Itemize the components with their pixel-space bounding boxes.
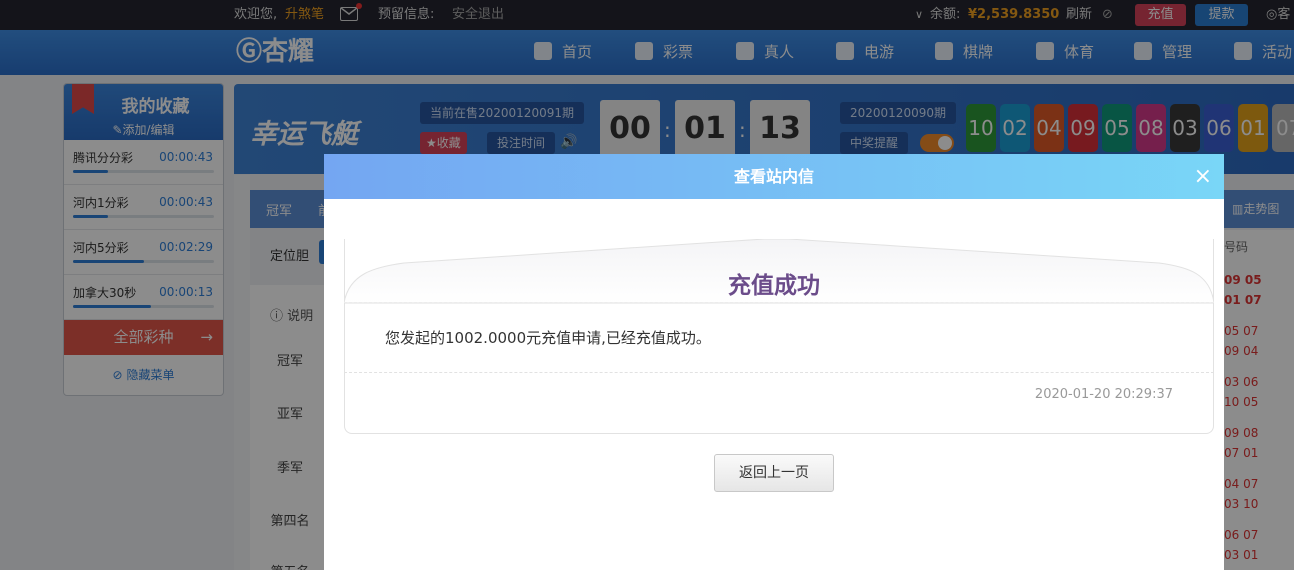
message-modal: 查看站内信 × 充值成功 您发起的1002.0000元充值申请,已经充值成功。 … <box>324 154 1224 570</box>
close-icon[interactable]: × <box>1194 154 1212 199</box>
message-body: 您发起的1002.0000元充值申请,已经充值成功。 <box>385 329 711 347</box>
letter-divider <box>344 372 1214 373</box>
modal-title: 查看站内信 <box>733 167 814 186</box>
message-date: 2020-01-20 20:29:37 <box>1034 387 1173 402</box>
back-button[interactable]: 返回上一页 <box>714 454 834 492</box>
modal-header: 查看站内信 × <box>324 154 1224 199</box>
letter-divider <box>344 302 1214 303</box>
message-title: 充值成功 <box>728 273 820 299</box>
